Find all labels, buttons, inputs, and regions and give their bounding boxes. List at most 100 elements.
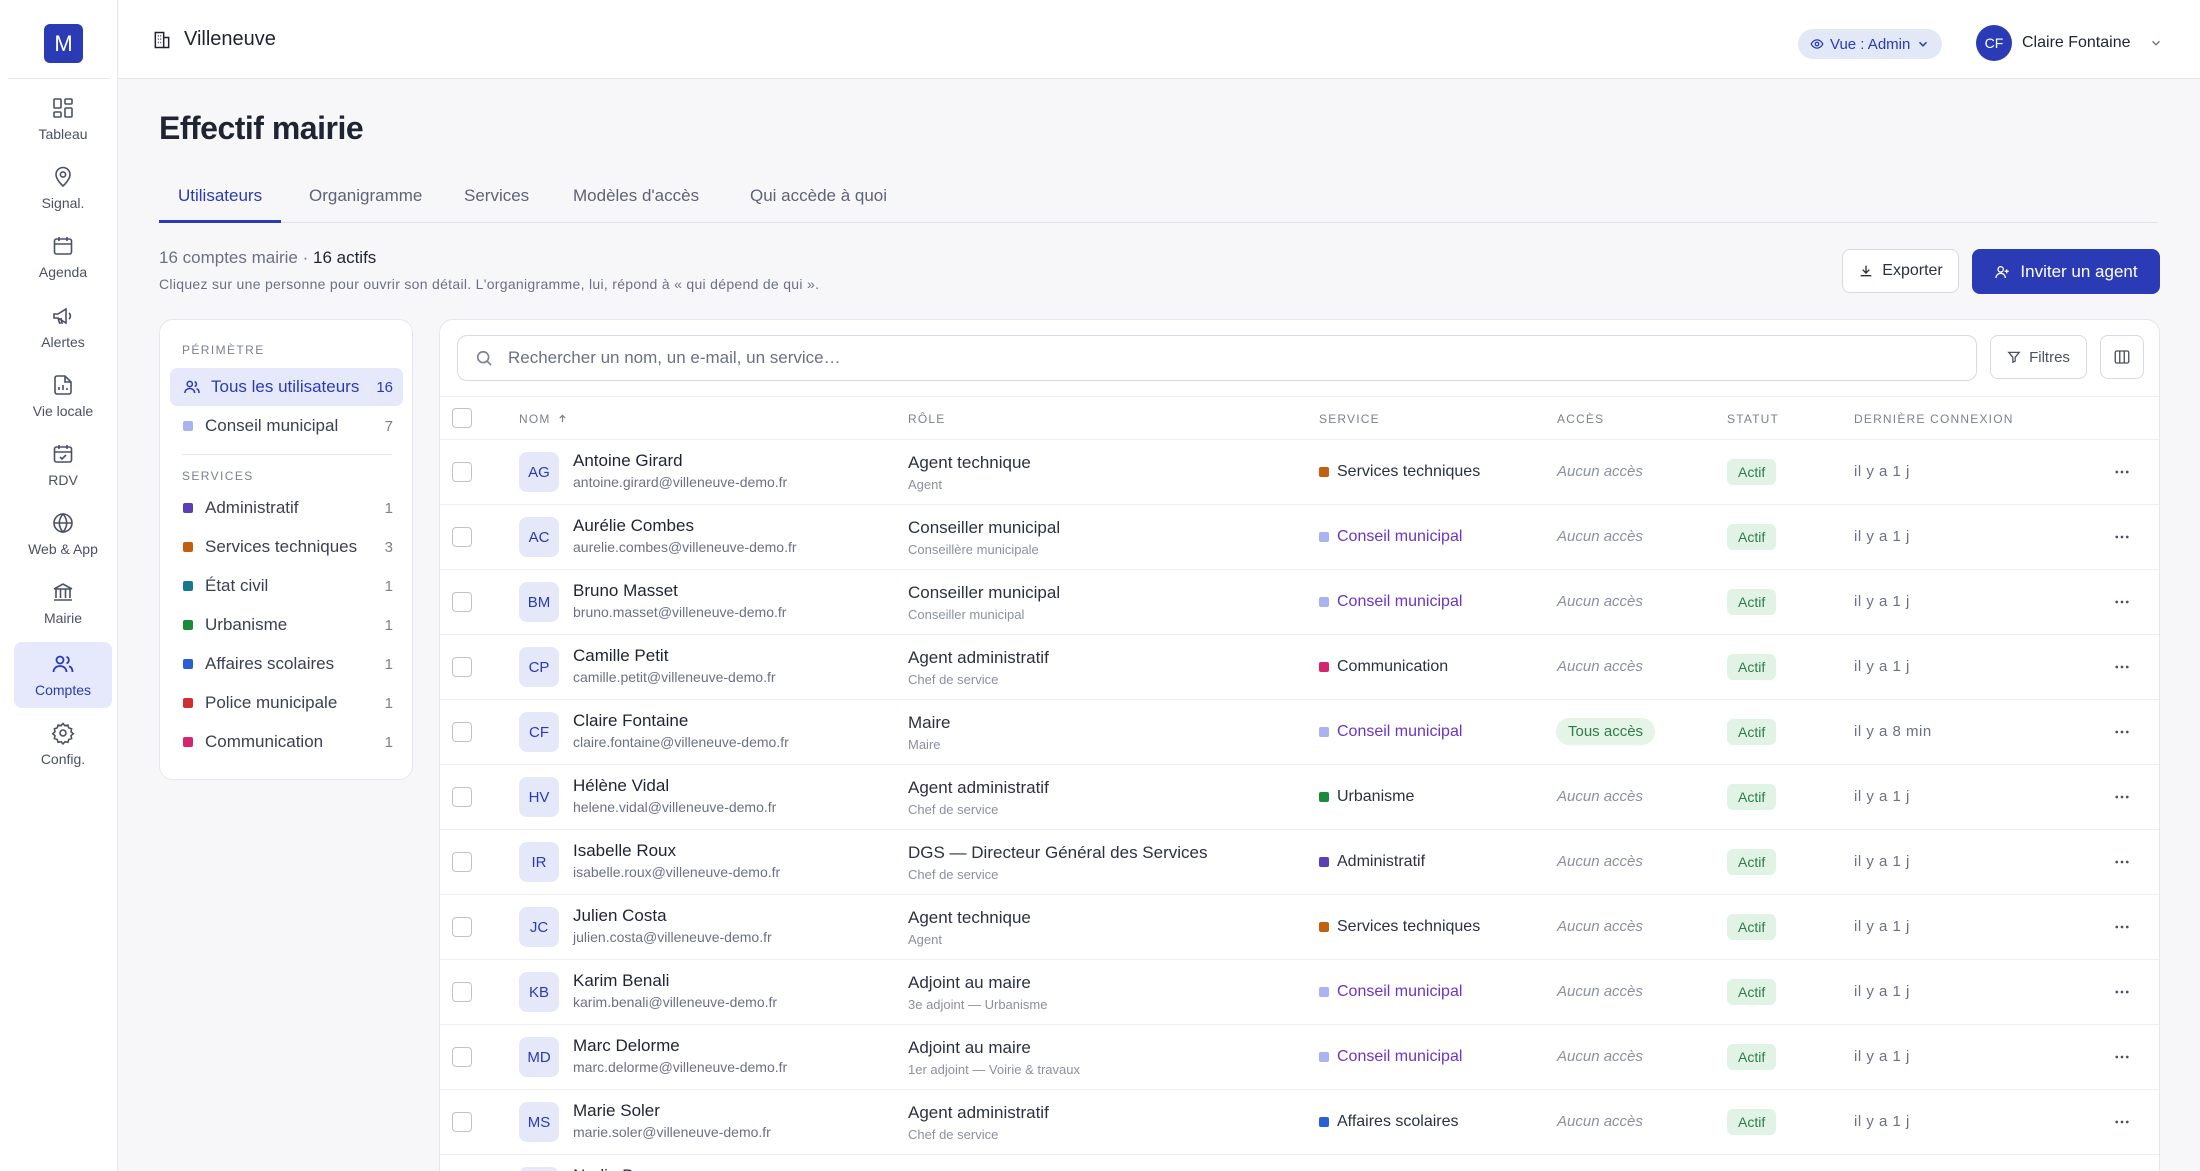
table-row[interactable]: JC Julien Costa julien.costa@villeneuve-de…	[440, 895, 2159, 960]
rail-item-rdv[interactable]: RDV	[14, 432, 112, 498]
tab-qui-accede[interactable]: Qui accède à quoi	[750, 186, 887, 206]
table-row[interactable]: NBNadia BernaAgent administratif	[440, 1155, 2159, 1171]
access-level: Aucun accès	[1557, 658, 1643, 675]
status-badge: Actif	[1727, 524, 1777, 550]
scope-item-service[interactable]: Services techniques 3	[170, 528, 403, 566]
scope-item-conseil-municipal[interactable]: Conseil municipal 7	[170, 407, 403, 445]
table-row[interactable]: KB Karim Benali karim.benali@villeneuve-de…	[440, 960, 2159, 1025]
row-actions-button[interactable]	[2109, 850, 2135, 874]
user-name[interactable]: Antoine Girard	[573, 451, 683, 471]
tab-modeles-acces[interactable]: Modèles d'accès	[573, 186, 699, 206]
service-label: Communication	[1337, 658, 1449, 675]
search-box[interactable]	[457, 335, 1977, 381]
user-menu[interactable]: CF Claire Fontaine	[1976, 25, 2163, 61]
user-name[interactable]: Bruno Masset	[573, 581, 678, 601]
table-row[interactable]: CP Camille Petit camille.petit@villeneuve-…	[440, 635, 2159, 700]
column-header-service[interactable]: SERVICE	[1319, 412, 1380, 426]
row-checkbox[interactable]	[452, 722, 472, 742]
row-checkbox[interactable]	[452, 592, 472, 612]
table-row[interactable]: MS Marie Soler marie.soler@villeneuve-demo…	[440, 1090, 2159, 1155]
row-actions-button[interactable]	[2109, 980, 2135, 1004]
row-actions-button[interactable]	[2109, 915, 2135, 939]
filters-button[interactable]: Filtres	[1990, 335, 2087, 379]
row-checkbox[interactable]	[452, 1112, 472, 1132]
export-label: Exporter	[1882, 262, 1943, 279]
scope-item-service[interactable]: Urbanisme 1	[170, 606, 403, 644]
row-checkbox[interactable]	[452, 657, 472, 677]
rail-item-mairie[interactable]: Mairie	[14, 570, 112, 636]
scope-item-service[interactable]: Communication 1	[170, 723, 403, 761]
select-all-checkbox[interactable]	[452, 408, 472, 428]
rail-item-config[interactable]: Config.	[14, 711, 112, 777]
table-row[interactable]: AG Antoine Girard antoine.girard@villeneuv…	[440, 440, 2159, 505]
row-actions-button[interactable]	[2109, 590, 2135, 614]
row-actions-button[interactable]	[2109, 525, 2135, 549]
scope-item-service[interactable]: État civil 1	[170, 567, 403, 605]
row-checkbox[interactable]	[452, 527, 472, 547]
user-name[interactable]: Isabelle Roux	[573, 841, 676, 861]
columns-toggle-button[interactable]	[2100, 335, 2144, 379]
rail-item-alertes[interactable]: Alertes	[14, 294, 112, 360]
user-name[interactable]: Aurélie Combes	[573, 516, 694, 536]
row-checkbox[interactable]	[452, 462, 472, 482]
user-role: Conseiller municipal	[908, 583, 1061, 602]
table-row[interactable]: HV Hélène Vidal helene.vidal@villeneuve-de…	[440, 765, 2159, 830]
column-header-name[interactable]: NOM	[519, 412, 568, 426]
row-actions-button[interactable]	[2109, 1110, 2135, 1134]
tab-utilisateurs[interactable]: Utilisateurs	[178, 186, 262, 206]
app-logo[interactable]: M	[44, 24, 83, 63]
row-actions-button[interactable]	[2109, 785, 2135, 809]
scope-item-all-users[interactable]: Tous les utilisateurs 16	[170, 368, 403, 406]
row-actions-button[interactable]	[2109, 655, 2135, 679]
column-header-last-login[interactable]: DERNIÈRE CONNEXION	[1854, 412, 2014, 426]
row-actions-button[interactable]	[2109, 460, 2135, 484]
view-mode-selector[interactable]: Vue : Admin	[1798, 29, 1943, 59]
scope-item-service[interactable]: Affaires scolaires 1	[170, 645, 403, 683]
rail-item-web-app[interactable]: Web & App	[14, 501, 112, 567]
user-name[interactable]: Marie Soler	[573, 1101, 660, 1121]
invite-agent-button[interactable]: Inviter un agent	[1972, 249, 2160, 294]
row-checkbox[interactable]	[452, 852, 472, 872]
user-service: Services techniques	[1319, 463, 1480, 481]
table-row[interactable]: AC Aurélie Combes aurelie.combes@villeneuv…	[440, 505, 2159, 570]
tab-services[interactable]: Services	[464, 186, 529, 206]
row-actions-button[interactable]	[2109, 1045, 2135, 1069]
rail-item-signal[interactable]: Signal.	[14, 155, 112, 221]
row-checkbox[interactable]	[452, 917, 472, 937]
table-row[interactable]: CF Claire Fontaine claire.fontaine@villene…	[440, 700, 2159, 765]
row-actions-button[interactable]	[2109, 720, 2135, 744]
user-name[interactable]: Julien Costa	[573, 906, 667, 926]
rail-item-comptes[interactable]: Comptes	[14, 642, 112, 708]
scope-item-service[interactable]: Administratif 1	[170, 489, 403, 527]
table-row[interactable]: BM Bruno Masset bruno.masset@villeneuve-de…	[440, 570, 2159, 635]
row-checkbox[interactable]	[452, 787, 472, 807]
access-level: Aucun accès	[1557, 918, 1643, 935]
access-level: Tous accès	[1556, 718, 1656, 745]
scope-item-service[interactable]: Police municipale 1	[170, 684, 403, 722]
user-name[interactable]: Marc Delorme	[573, 1036, 680, 1056]
export-button[interactable]: Exporter	[1842, 249, 1959, 293]
rail-item-agenda[interactable]: Agenda	[14, 224, 112, 290]
rail-item-tableau[interactable]: Tableau	[14, 86, 112, 152]
user-name[interactable]: Nadia Berna	[573, 1166, 668, 1171]
status-badge: Actif	[1727, 979, 1777, 1005]
column-header-status[interactable]: STATUT	[1727, 412, 1779, 426]
row-checkbox[interactable]	[452, 1047, 472, 1067]
color-dot	[1319, 467, 1329, 477]
rail-item-vie-locale[interactable]: Vie locale	[14, 363, 112, 429]
user-name[interactable]: Claire Fontaine	[573, 711, 688, 731]
user-name[interactable]: Camille Petit	[573, 646, 668, 666]
table-row[interactable]: IR Isabelle Roux isabelle.roux@villeneuve-…	[440, 830, 2159, 895]
table-row[interactable]: MD Marc Delorme marc.delorme@villeneuve-de…	[440, 1025, 2159, 1090]
row-checkbox[interactable]	[452, 982, 472, 1002]
active-count: 16 actifs	[313, 248, 377, 267]
user-role-detail: Chef de service	[908, 1127, 999, 1142]
column-header-role[interactable]: RÔLE	[908, 412, 945, 426]
organization-switcher[interactable]: Villeneuve	[152, 28, 276, 51]
column-header-access[interactable]: ACCÈS	[1557, 412, 1604, 426]
user-name[interactable]: Karim Benali	[573, 971, 669, 991]
tab-organigramme[interactable]: Organigramme	[309, 186, 422, 206]
search-input[interactable]	[508, 348, 1908, 368]
rail-label: Web & App	[28, 541, 98, 557]
user-name[interactable]: Hélène Vidal	[573, 776, 669, 796]
